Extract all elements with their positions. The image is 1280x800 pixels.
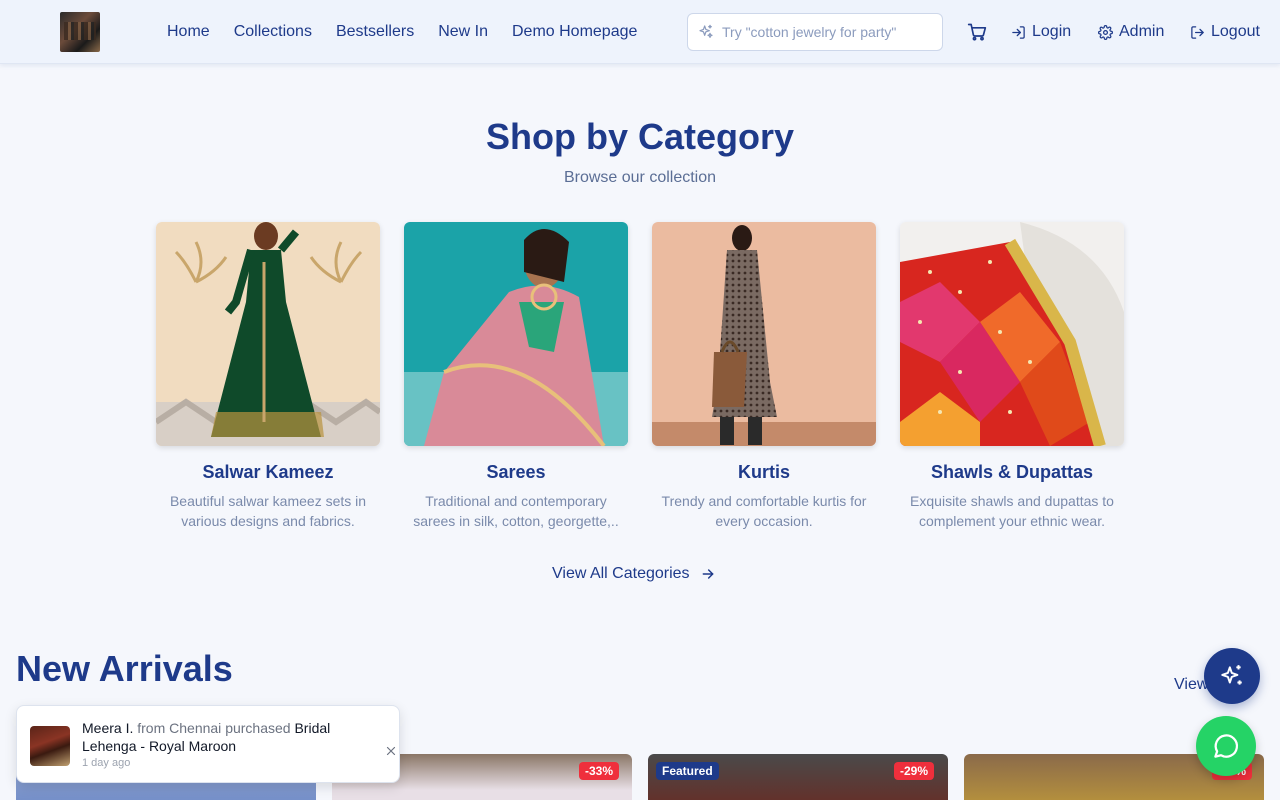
sparkles-icon [699, 24, 713, 38]
category-description: Beautiful salwar kameez sets in various … [169, 493, 367, 529]
category-card-sarees[interactable]: Sarees Traditional and contemporary sare… [404, 222, 628, 531]
nav-bestsellers[interactable]: Bestsellers [336, 23, 414, 41]
whatsapp-chat-button[interactable] [1196, 716, 1256, 776]
nav-new-in[interactable]: New In [438, 23, 488, 41]
whatsapp-icon [1214, 734, 1239, 758]
discount-badge: -29% [894, 762, 935, 780]
product-card-3[interactable]: Featured -29% [648, 754, 948, 800]
category-card-salwar-kameez[interactable]: Salwar Kameez Beautiful salwar kameez se… [156, 222, 380, 531]
category-image-salwar-kameez[interactable] [156, 222, 380, 446]
ai-assistant-button[interactable] [1204, 648, 1260, 704]
category-name[interactable]: Kurtis [652, 462, 876, 483]
category-name[interactable]: Salwar Kameez [156, 462, 380, 483]
category-card-shawls-dupattas[interactable]: Shawls & Dupattas Exquisite shawls and d… [900, 222, 1124, 531]
admin-label: Admin [1119, 23, 1165, 40]
sparkles-icon [1221, 665, 1242, 685]
admin-link[interactable]: Admin [1098, 0, 1164, 64]
category-image-sarees[interactable] [404, 222, 628, 446]
category-image-shawls-dupattas[interactable] [900, 222, 1124, 446]
category-section-subtitle: Browse our collection [563, 169, 717, 186]
new-arrivals-title: New Arrivals [16, 648, 233, 689]
category-card-kurtis[interactable]: Kurtis Trendy and comfortable kurtis for… [652, 222, 876, 531]
login-icon [1012, 25, 1025, 39]
store-logo[interactable] [60, 12, 100, 52]
category-name[interactable]: Sarees [404, 462, 628, 483]
login-link[interactable]: Login [1011, 0, 1071, 64]
category-description: Exquisite shawls and dupattas to complem… [910, 493, 1114, 529]
toast-action: purchased [225, 720, 291, 736]
category-image-kurtis[interactable] [652, 222, 876, 446]
close-icon[interactable] [385, 745, 397, 757]
toast-buyer-name: Meera I. [82, 720, 134, 736]
nav-home[interactable]: Home [167, 23, 210, 41]
toast-product-thumbnail[interactable] [30, 726, 70, 766]
category-description: Traditional and contemporary sarees in s… [413, 493, 619, 529]
toast-timestamp: 1 day ago [82, 757, 131, 769]
category-description: Trendy and comfortable kurtis for every … [661, 493, 867, 529]
login-label: Login [1032, 23, 1072, 40]
search-input[interactable] [722, 24, 932, 40]
ai-search-box[interactable] [687, 13, 943, 51]
logout-link[interactable]: Logout [1190, 0, 1260, 64]
recent-purchase-toast: Meera I. from Chennai purchased Bridal L… [16, 705, 400, 783]
logout-icon [1191, 25, 1204, 39]
nav-demo-homepage[interactable]: Demo Homepage [512, 23, 637, 41]
toast-message: Meera I. from Chennai purchased Bridal L… [82, 719, 362, 755]
arrow-right-icon [702, 569, 713, 579]
category-name[interactable]: Shawls & Dupattas [900, 462, 1124, 483]
category-section-title: Shop by Category [485, 116, 795, 157]
gear-icon [1098, 24, 1113, 40]
logout-label: Logout [1211, 23, 1260, 40]
main-nav: Home Collections Bestsellers New In Demo… [167, 0, 637, 64]
view-all-categories-link[interactable]: View All Categories [552, 562, 716, 586]
nav-collections[interactable]: Collections [234, 23, 312, 41]
featured-badge: Featured [656, 762, 719, 780]
view-all-categories-label: View All Categories [552, 565, 690, 582]
discount-badge: -33% [579, 762, 620, 780]
cart-icon[interactable] [967, 22, 987, 42]
site-header: Home Collections Bestsellers New In Demo… [0, 0, 1280, 64]
toast-buyer-city: from Chennai [137, 720, 222, 736]
